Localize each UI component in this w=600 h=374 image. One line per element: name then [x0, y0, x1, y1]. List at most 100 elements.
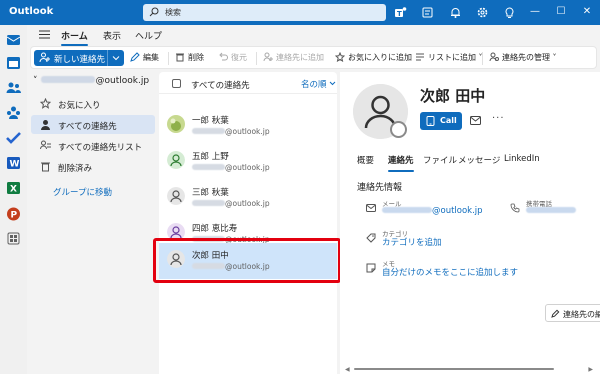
folder-label: すべての連絡先 — [58, 122, 117, 132]
folder-all-contacts[interactable]: すべての連絡先 — [31, 115, 155, 134]
tab-linkedin[interactable]: LinkedIn — [504, 154, 540, 164]
ribbon-divider — [256, 52, 257, 65]
search-icon — [149, 7, 159, 17]
folder-label: すべての連絡先リスト — [58, 143, 143, 153]
gear-icon[interactable] — [476, 6, 489, 19]
trash-icon — [176, 53, 184, 62]
chevron-down-icon: ˅ — [550, 53, 557, 62]
manage-contacts-label: 連絡先の管理 — [502, 53, 550, 62]
tab-messages[interactable]: メッセージ — [458, 154, 500, 166]
more-options-button[interactable]: ··· — [492, 113, 505, 124]
folder-pane: ˅ @outlook.jp お気に入り すべての連絡先 すべての連絡先リスト 削除… — [27, 72, 158, 374]
maximize-button[interactable]: ☐ — [553, 4, 569, 20]
notes-icon[interactable] — [421, 6, 434, 19]
scroll-right-arrow-icon[interactable]: ▶ — [588, 366, 593, 373]
email-value[interactable]: @outlook.jp — [382, 206, 483, 216]
groups-icon[interactable] — [5, 105, 22, 121]
pencil-icon — [551, 309, 560, 318]
tab-contact[interactable]: 連絡先 — [388, 154, 414, 172]
add-memo-link[interactable]: 自分だけのメモをここに追加します — [382, 266, 518, 278]
chevron-down-icon: ˅ — [33, 76, 38, 86]
add-to-favorites-button[interactable]: お気に入りに追加 — [335, 52, 412, 63]
contact-row[interactable]: 三郎 秋葉 @outlook.jp — [159, 180, 337, 216]
add-person-icon — [263, 52, 273, 62]
scroll-left-arrow-icon[interactable]: ◀ — [345, 366, 350, 373]
edit-contact-label: 連絡先の編 — [563, 310, 600, 319]
bell-icon[interactable] — [449, 6, 462, 19]
contact-row[interactable]: 五郎 上野 @outlook.jp — [159, 144, 337, 180]
avatar — [167, 115, 185, 133]
redacted-username — [40, 76, 95, 83]
add-category-link[interactable]: カテゴリを追加 — [382, 236, 442, 248]
new-contact-button[interactable]: 新しい連絡先 — [34, 50, 124, 66]
redacted-username — [382, 207, 432, 213]
app-title: Outlook — [9, 6, 54, 17]
person-avatar-icon — [167, 151, 185, 169]
sort-dropdown[interactable]: 名の順 — [301, 78, 336, 90]
add-to-contacts-label: 連絡先に追加 — [276, 53, 324, 62]
star-icon — [335, 52, 345, 62]
redacted-phone — [526, 207, 576, 213]
calendar-icon[interactable] — [5, 55, 22, 71]
minimize-button[interactable]: — — [527, 4, 543, 20]
folder-deleted[interactable]: 削除済み — [31, 157, 155, 176]
lightbulb-icon[interactable] — [503, 6, 516, 19]
trash-icon — [41, 162, 50, 172]
tab-overview[interactable]: 概要 — [357, 154, 374, 166]
search-box[interactable]: 検索 — [143, 4, 386, 21]
folder-label: お気に入り — [58, 101, 101, 111]
undo-icon — [219, 52, 228, 61]
add-to-list-button[interactable]: リストに追加 ˅ — [415, 52, 483, 63]
person-icon — [41, 120, 50, 130]
phone-icon — [426, 116, 435, 126]
contact-name: 四郎 恵比寿 — [192, 224, 238, 234]
star-icon — [40, 98, 51, 109]
teams-icon[interactable]: T — [394, 6, 407, 19]
add-to-favorites-label: お気に入りに追加 — [348, 53, 412, 62]
edit-contact-button[interactable]: 連絡先の編 — [545, 304, 600, 322]
people-icon[interactable] — [5, 80, 22, 96]
add-to-contacts-button[interactable]: 連絡先に追加 — [263, 52, 324, 63]
manage-contacts-button[interactable]: 連絡先の管理 ˅ — [489, 52, 557, 63]
word-icon[interactable]: W — [5, 155, 22, 171]
contact-row[interactable]: 一郎 秋葉 @outlook.jp — [159, 108, 337, 144]
go-to-groups-link[interactable]: グループに移動 — [31, 181, 155, 200]
pencil-icon — [130, 52, 140, 62]
mail-icon[interactable] — [470, 116, 481, 125]
select-all-checkbox[interactable] — [172, 79, 181, 88]
contact-email: @outlook.jp — [192, 163, 270, 172]
contact-name: 三郎 秋葉 — [192, 188, 229, 198]
todo-icon[interactable] — [5, 130, 22, 146]
tab-home[interactable]: ホーム — [61, 29, 88, 46]
folder-all-contact-lists[interactable]: すべての連絡先リスト — [31, 136, 155, 155]
horizontal-scrollbar[interactable]: ◀ ▶ — [344, 366, 594, 373]
folder-favorites[interactable]: お気に入り — [31, 94, 155, 113]
mobile-phone-value[interactable] — [526, 206, 576, 216]
menu-bar: ホーム 表示 ヘルプ — [27, 25, 600, 46]
scrollbar-thumb[interactable] — [354, 368, 554, 370]
edit-button[interactable]: 編集 — [130, 52, 159, 63]
list-icon — [416, 53, 424, 61]
tab-files[interactable]: ファイル — [423, 154, 457, 166]
contact-list-header: すべての連絡先 名の順 — [159, 72, 337, 94]
ribbon-toolbar: 新しい連絡先 編集 削除 復元 連絡先に追加 お気に入りに追加 リストに追加 ˅… — [30, 46, 597, 69]
call-button[interactable]: Call — [420, 112, 462, 130]
person-avatar-icon — [167, 187, 185, 205]
chevron-down-icon[interactable] — [112, 54, 120, 62]
edit-label: 編集 — [143, 53, 159, 62]
app-rail: W X P — [0, 25, 27, 374]
highlight-box — [153, 238, 341, 283]
excel-icon[interactable]: X — [5, 180, 22, 196]
hamburger-icon[interactable] — [39, 30, 50, 39]
tab-view[interactable]: 表示 — [103, 29, 121, 42]
tab-help[interactable]: ヘルプ — [135, 29, 162, 42]
close-button[interactable]: ✕ — [579, 4, 595, 20]
svg-text:T: T — [397, 10, 402, 18]
account-header[interactable]: ˅ @outlook.jp — [33, 76, 149, 86]
powerpoint-icon[interactable]: P — [5, 206, 22, 222]
account-domain: @outlook.jp — [95, 76, 150, 86]
delete-button[interactable]: 削除 — [175, 52, 204, 63]
restore-button[interactable]: 復元 — [218, 52, 247, 63]
apps-icon[interactable] — [5, 231, 22, 247]
mail-icon[interactable] — [5, 32, 22, 48]
